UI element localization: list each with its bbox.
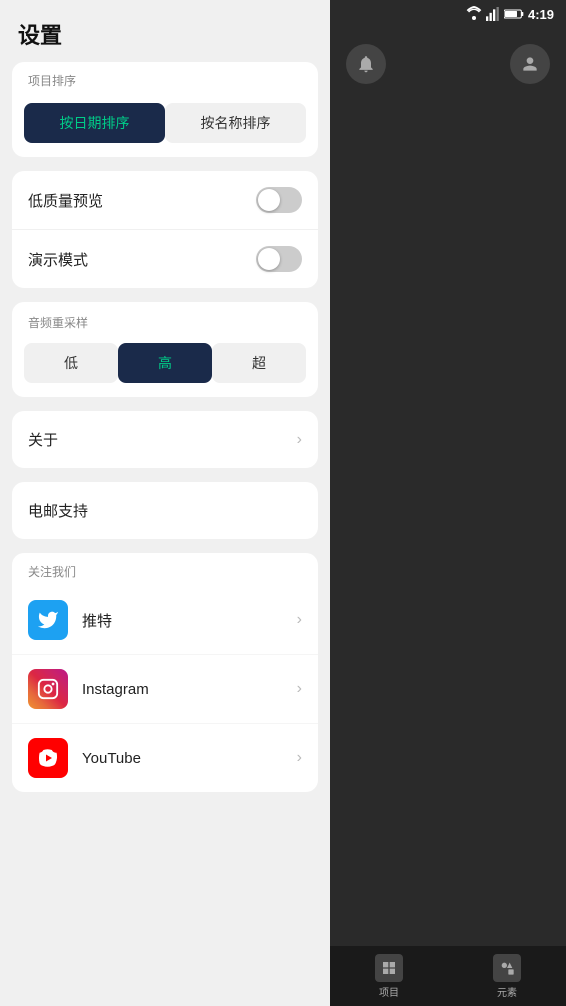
about-chevron-icon: › [297, 431, 302, 449]
page-title: 设置 [0, 0, 330, 62]
email-support-menu-item[interactable]: 电邮支持 [12, 482, 318, 539]
youtube-label: YouTube [82, 750, 297, 767]
sort-buttons-group: 按日期排序 按名称排序 [12, 95, 318, 157]
battery-icon [504, 7, 524, 21]
sort-section-label: 项目排序 [12, 62, 318, 95]
resample-ultra-button[interactable]: 超 [212, 343, 306, 383]
demo-mode-row: 演示模式 [12, 230, 318, 288]
follow-section: 关注我们 推特 › Instagram › [12, 553, 318, 792]
twitter-follow-item[interactable]: 推特 › [12, 586, 318, 655]
status-bar: 4:19 [330, 0, 566, 28]
wifi-icon [466, 6, 482, 22]
notification-icon[interactable] [346, 44, 386, 84]
resample-section: 音频重采样 低 高 超 [12, 302, 318, 397]
profile-icon[interactable] [510, 44, 550, 84]
low-quality-row: 低质量预览 [12, 171, 318, 230]
resample-buttons-group: 低 高 超 [12, 337, 318, 397]
sort-by-name-button[interactable]: 按名称排序 [165, 103, 306, 143]
right-panel: 4:19 项目 [330, 0, 566, 1006]
about-menu-item[interactable]: 关于 › [12, 411, 318, 468]
resample-low-button[interactable]: 低 [24, 343, 118, 383]
settings-panel: 设置 项目排序 按日期排序 按名称排序 低质量预览 演示模式 音频重采样 低 高… [0, 0, 330, 1006]
email-support-label: 电邮支持 [28, 500, 88, 521]
resample-label: 音频重采样 [12, 302, 318, 337]
instagram-icon [28, 669, 68, 709]
elements-icon [493, 954, 521, 982]
resample-high-button[interactable]: 高 [118, 343, 212, 383]
youtube-follow-item[interactable]: YouTube › [12, 724, 318, 792]
demo-mode-label: 演示模式 [28, 249, 88, 270]
about-label: 关于 [28, 429, 58, 450]
twitter-label: 推特 [82, 610, 297, 631]
demo-mode-toggle[interactable] [256, 246, 302, 272]
twitter-chevron-icon: › [297, 611, 302, 629]
nav-elements-label: 元素 [497, 984, 517, 999]
low-quality-label: 低质量预览 [28, 190, 103, 211]
twitter-icon [28, 600, 68, 640]
youtube-icon [28, 738, 68, 778]
low-quality-toggle[interactable] [256, 187, 302, 213]
nav-elements[interactable]: 元素 [493, 954, 521, 999]
follow-section-label: 关注我们 [12, 553, 318, 586]
time-display: 4:19 [528, 7, 554, 22]
instagram-chevron-icon: › [297, 680, 302, 698]
nav-projects-label: 项目 [379, 984, 399, 999]
signal-icon [486, 7, 500, 21]
toggles-section: 低质量预览 演示模式 [12, 171, 318, 288]
sort-section: 项目排序 按日期排序 按名称排序 [12, 62, 318, 157]
nav-projects[interactable]: 项目 [375, 954, 403, 999]
bottom-navigation: 项目 元素 [330, 946, 566, 1006]
status-icons: 4:19 [466, 6, 554, 22]
sort-by-date-button[interactable]: 按日期排序 [24, 103, 165, 143]
youtube-chevron-icon: › [297, 749, 302, 767]
instagram-label: Instagram [82, 681, 297, 698]
instagram-follow-item[interactable]: Instagram › [12, 655, 318, 724]
projects-icon [375, 954, 403, 982]
